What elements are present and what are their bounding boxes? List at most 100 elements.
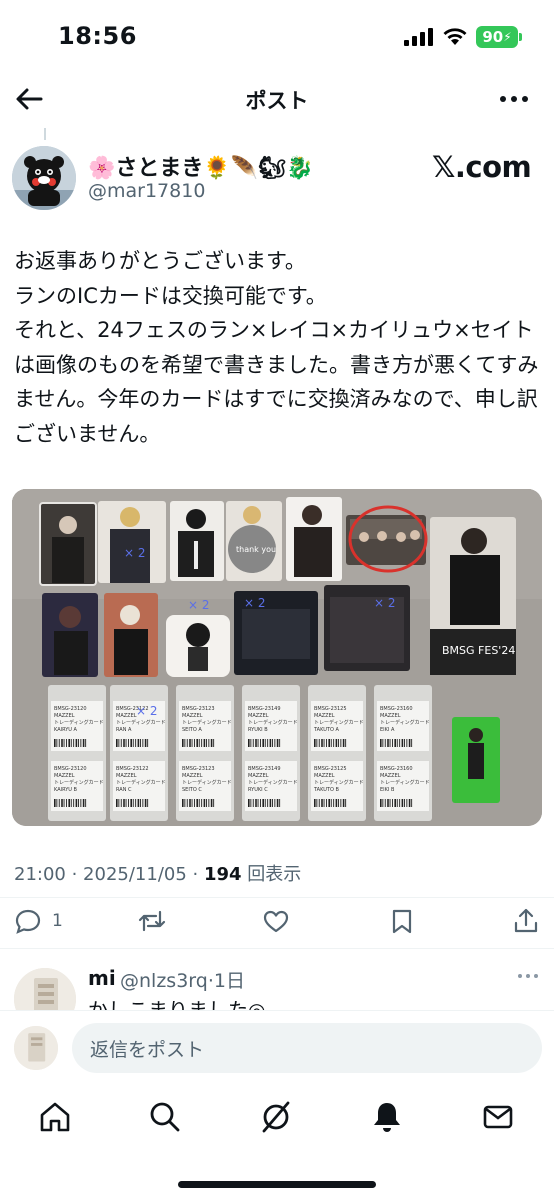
package-brand-2: MAZZEL	[248, 773, 269, 779]
large-photo-card: BMSG FES'24	[430, 517, 516, 675]
charging-icon: ⚡	[503, 30, 512, 44]
package-kind-2: トレーディングカード	[248, 779, 298, 786]
package-kind: トレーディングカード	[248, 719, 298, 726]
photo-card	[170, 501, 224, 581]
package-kind: トレーディングカード	[54, 719, 104, 726]
package-member-2: SEITO C	[182, 787, 202, 793]
package-member: RAN A	[116, 727, 132, 733]
package-member-2: RYUKI C	[248, 787, 268, 793]
card-count-label: × 2	[188, 598, 210, 612]
package-brand: MAZZEL	[314, 713, 335, 719]
reply-more-icon[interactable]	[516, 968, 540, 984]
trading-cards-photo: × 2 thank you BMSG FES'24 × 2 × 2 × 2 BM…	[12, 489, 542, 826]
photo-card: thank you	[226, 501, 282, 581]
package-code: BMSG-23125	[314, 706, 347, 712]
package-member: SEITO A	[182, 727, 202, 733]
package-brand-2: MAZZEL	[380, 773, 401, 779]
card-count-label: × 2	[124, 546, 146, 560]
cellular-signal-icon	[404, 28, 433, 46]
package-brand: MAZZEL	[54, 713, 75, 719]
card-count-label: × 2	[374, 596, 396, 610]
package-code: BMSG-23160	[380, 706, 413, 712]
package-kind: トレーディングカード	[116, 719, 166, 726]
search-icon	[150, 1102, 180, 1132]
post-image[interactable]: × 2 thank you BMSG FES'24 × 2 × 2 × 2 BM…	[12, 489, 542, 826]
package-code: BMSG-23123	[182, 706, 215, 712]
repost-icon	[138, 910, 166, 932]
photo-card	[42, 593, 98, 677]
card-package: BMSG-23120MAZZELトレーディングカードKAIRYU ABMSG-2…	[48, 685, 106, 821]
package-code-2: BMSG-23120	[54, 766, 87, 772]
reply-icon	[15, 909, 41, 934]
card-count-label: × 2	[136, 704, 158, 718]
home-icon	[40, 1102, 70, 1132]
view-count-label: 回表示	[247, 864, 302, 885]
package-kind-2: トレーディングカード	[54, 779, 104, 786]
more-options-icon[interactable]	[498, 88, 530, 110]
nav-messages[interactable]	[481, 1100, 515, 1134]
nav-search[interactable]	[148, 1100, 182, 1134]
package-code-2: BMSG-23123	[182, 766, 215, 772]
card-package: BMSG-23123MAZZELトレーディングカードSEITO ABMSG-23…	[176, 685, 234, 821]
share-button[interactable]	[512, 906, 540, 936]
repost-button[interactable]	[138, 906, 166, 936]
poster-text: BMSG FES'24	[442, 644, 515, 657]
author-avatar[interactable]	[12, 146, 76, 210]
source-label: 𝕏.com	[432, 150, 532, 184]
bookmark-button[interactable]	[388, 906, 416, 936]
author-name[interactable]: 🌸さとまき🌻🪶🐿🐉	[88, 150, 314, 182]
reply-meta: @nlzs3rq·1日	[120, 970, 245, 992]
reply-input[interactable]: 返信をポスト	[72, 1023, 542, 1073]
thread-line	[44, 128, 46, 140]
mail-icon	[483, 1105, 513, 1129]
reply-compose-bar: 返信をポスト	[0, 1010, 554, 1086]
package-member-2: EIKI B	[380, 787, 395, 793]
package-kind-2: トレーディングカード	[116, 779, 166, 786]
bear-avatar-image	[12, 146, 76, 210]
package-code: BMSG-23120	[54, 706, 87, 712]
bookmark-icon	[392, 909, 412, 934]
package-member: RYUKI B	[248, 727, 268, 733]
header: ポスト	[0, 74, 554, 124]
author-handle[interactable]: @mar17810	[88, 180, 205, 202]
home-indicator[interactable]	[178, 1181, 376, 1188]
photo-card	[286, 497, 342, 581]
package-code-2: BMSG-23125	[314, 766, 347, 772]
package-brand-2: MAZZEL	[54, 773, 75, 779]
heart-icon	[263, 910, 289, 933]
package-brand: MAZZEL	[248, 713, 269, 719]
view-count: 194	[203, 864, 242, 885]
photo-card: × 2	[234, 591, 318, 675]
photo-card: × 2	[98, 501, 166, 583]
package-member-2: KAIRYU B	[54, 787, 78, 793]
package-kind: トレーディングカード	[380, 719, 430, 726]
package-member-2: RAN C	[116, 787, 132, 793]
nav-home[interactable]	[38, 1100, 72, 1134]
like-button[interactable]	[262, 906, 290, 936]
photo-card-green	[452, 717, 500, 803]
reply-author-handle[interactable]: @nlzs3rq	[120, 970, 208, 992]
package-member: KAIRYU A	[54, 727, 78, 733]
grok-icon	[262, 1101, 290, 1133]
post-actions: 1	[0, 900, 554, 942]
divider	[0, 948, 554, 949]
page-title: ポスト	[245, 89, 309, 113]
card-package: BMSG-23160MAZZELトレーディングカードEIKI ABMSG-231…	[374, 685, 432, 821]
package-kind-2: トレーディングカード	[380, 779, 430, 786]
post-date: 2025/11/05	[83, 864, 187, 885]
post-time: 21:00	[14, 864, 66, 885]
divider	[0, 897, 554, 898]
package-brand: MAZZEL	[380, 713, 401, 719]
card-package: BMSG-23149MAZZELトレーディングカードRYUKI BBMSG-23…	[242, 685, 300, 821]
package-member: EIKI A	[380, 727, 395, 733]
package-brand-2: MAZZEL	[314, 773, 335, 779]
photo-card: × 2	[324, 585, 410, 671]
bell-icon	[374, 1103, 400, 1132]
nav-notifications[interactable]	[370, 1100, 404, 1134]
package-brand-2: MAZZEL	[182, 773, 203, 779]
package-code-2: BMSG-23122	[116, 766, 149, 772]
reply-button[interactable]: 1	[14, 906, 63, 936]
reply-author-name[interactable]: mi	[88, 966, 116, 990]
nav-grok[interactable]	[259, 1100, 293, 1134]
own-avatar-image	[14, 1026, 58, 1070]
